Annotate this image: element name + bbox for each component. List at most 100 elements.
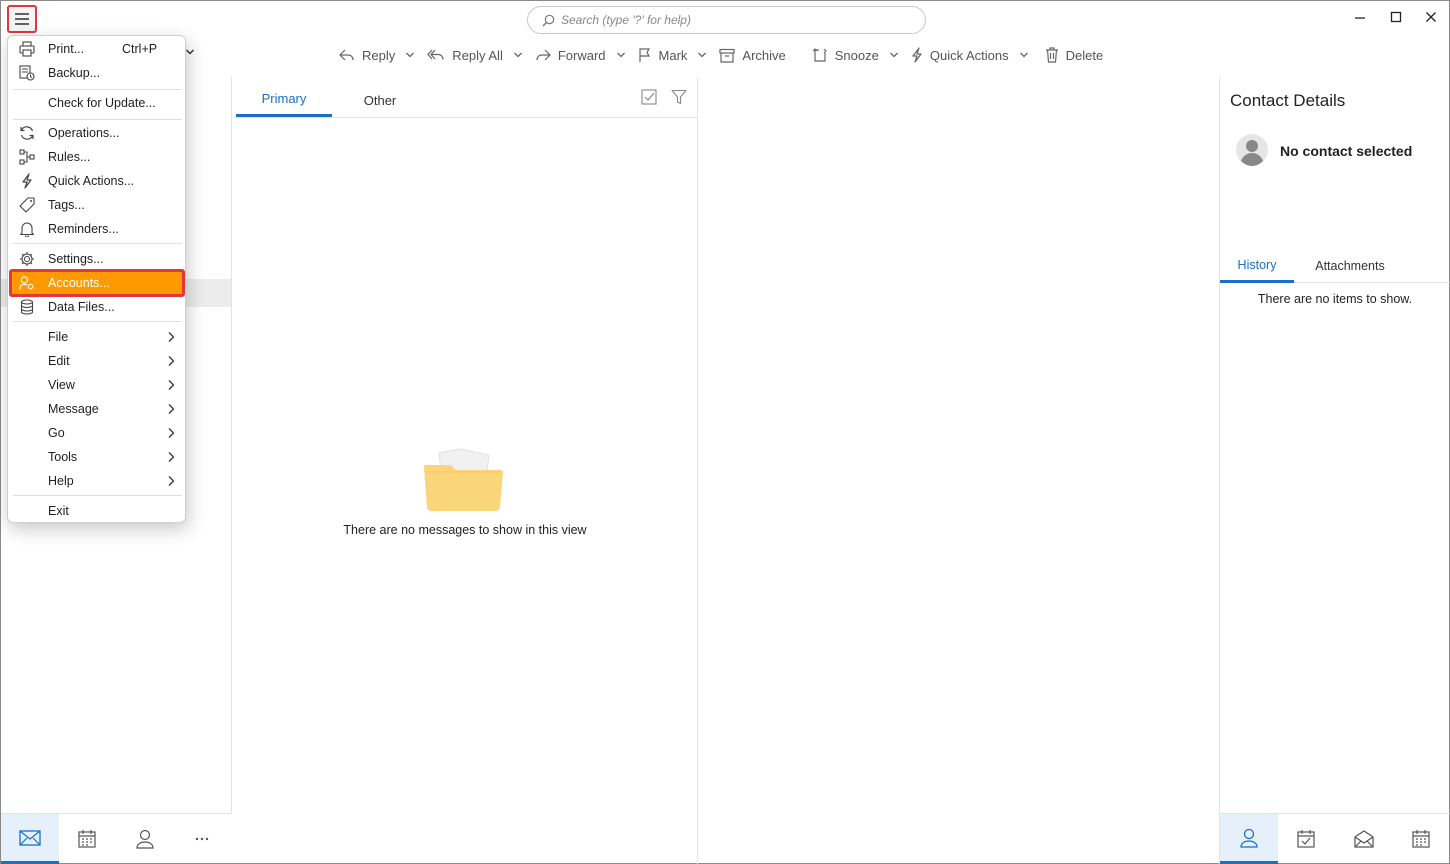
menu-item-tags[interactable]: Tags...: [11, 193, 183, 217]
chevron-right-icon: [168, 332, 175, 342]
sidepane-contact[interactable]: [1220, 814, 1278, 864]
nav-contacts[interactable]: [116, 814, 174, 864]
person-icon: [136, 829, 154, 849]
menu-item-exit[interactable]: Exit: [11, 499, 183, 523]
filter-icon[interactable]: [671, 89, 687, 105]
menu-item-check-update[interactable]: Check for Update...: [11, 91, 183, 115]
menu-item-go[interactable]: Go: [11, 421, 183, 445]
tab-attachments[interactable]: Attachments: [1294, 249, 1406, 283]
gear-icon: [20, 252, 34, 266]
snooze-label: Snooze: [834, 47, 879, 63]
app-window: Reply Reply All Forward Mark Archive Sno…: [0, 0, 1450, 864]
menu-item-backup[interactable]: Backup...: [11, 61, 183, 85]
nav-calendar[interactable]: [59, 814, 117, 864]
tab-other[interactable]: Other: [332, 83, 428, 117]
account-selector-caret[interactable]: [185, 47, 195, 57]
menu-label: Help: [48, 474, 74, 488]
chevron-right-icon: [168, 452, 175, 462]
account-settings-icon: [19, 276, 34, 290]
forward-icon: [536, 49, 551, 61]
close-button[interactable]: [1413, 5, 1449, 29]
menu-item-edit[interactable]: Edit: [11, 349, 183, 373]
snooze-button[interactable]: Snooze: [804, 41, 887, 69]
search-input[interactable]: [561, 13, 901, 27]
menu-item-settings[interactable]: Settings...: [11, 247, 183, 271]
task-calendar-icon: [1297, 830, 1315, 848]
mark-button[interactable]: Mark: [630, 41, 696, 69]
menu-label: File: [48, 330, 69, 344]
mark-dropdown[interactable]: [695, 41, 711, 69]
menu-label: Print...: [48, 42, 85, 56]
menu-item-rules[interactable]: Rules...: [11, 145, 183, 169]
quick-actions-button[interactable]: Quick Actions: [903, 41, 1017, 69]
menu-shortcut: Ctrl+P: [122, 42, 158, 56]
archive-button[interactable]: Archive: [711, 41, 793, 69]
menu-label: Backup...: [48, 66, 101, 80]
title-bar: [1, 1, 1449, 37]
chevron-down-icon: [698, 52, 707, 58]
delete-button[interactable]: Delete: [1037, 41, 1112, 69]
reply-dropdown[interactable]: [403, 41, 419, 69]
menu-item-reminders[interactable]: Reminders...: [11, 217, 183, 241]
reply-all-dropdown[interactable]: [511, 41, 527, 69]
menu-item-quick-actions[interactable]: Quick Actions...: [11, 169, 183, 193]
chevron-down-icon: [889, 52, 898, 58]
minimize-button[interactable]: [1342, 5, 1378, 29]
chevron-right-icon: [168, 380, 175, 390]
search-box[interactable]: [527, 6, 926, 34]
module-nav-bar: [1, 813, 232, 864]
nav-mail[interactable]: [1, 814, 59, 864]
chevron-down-icon: [406, 52, 415, 58]
tab-primary[interactable]: Primary: [236, 83, 332, 117]
reply-button[interactable]: Reply: [331, 41, 403, 69]
menu-item-message[interactable]: Message: [11, 397, 183, 421]
reply-all-button[interactable]: Reply All: [419, 41, 511, 69]
menu-item-print[interactable]: Print... Ctrl+P: [11, 37, 183, 61]
sidepane-calendar[interactable]: [1393, 814, 1450, 864]
maximize-icon: [1390, 11, 1402, 23]
chevron-right-icon: [168, 428, 175, 438]
quick-actions-dropdown[interactable]: [1017, 41, 1033, 69]
menu-label: Edit: [48, 354, 70, 368]
trash-icon: [1045, 47, 1058, 63]
main-menu-button[interactable]: [7, 5, 37, 33]
menu-item-tools[interactable]: Tools: [11, 445, 183, 469]
menu-item-accounts[interactable]: Accounts...: [9, 269, 185, 297]
nav-more[interactable]: [174, 814, 232, 864]
chevron-right-icon: [168, 404, 175, 414]
hamburger-icon: [15, 13, 29, 25]
chevron-down-icon: [186, 49, 194, 55]
chevron-down-icon: [1019, 52, 1028, 58]
sidepane-mail[interactable]: [1335, 814, 1393, 864]
select-checkbox-icon[interactable]: [641, 89, 657, 105]
minimize-icon: [1355, 17, 1365, 19]
menu-label: Message: [48, 402, 99, 416]
contact-tabs: History Attachments: [1220, 249, 1450, 283]
forward-button[interactable]: Forward: [527, 41, 614, 69]
reply-icon: [339, 49, 354, 61]
rules-icon: [19, 149, 35, 165]
contact-empty-message: There are no items to show.: [1257, 292, 1413, 306]
menu-item-data-files[interactable]: Data Files...: [11, 295, 183, 319]
empty-state: There are no messages to show in this vi…: [233, 445, 697, 537]
menu-item-help[interactable]: Help: [11, 469, 183, 493]
menu-label: Check for Update...: [48, 96, 156, 110]
main-menu-dropdown: Print... Ctrl+P Backup... Check for Upda…: [7, 35, 186, 523]
sync-icon: [20, 126, 34, 140]
chevron-down-icon: [513, 52, 522, 58]
menu-item-file[interactable]: File: [11, 325, 183, 349]
maximize-button[interactable]: [1378, 5, 1414, 29]
message-list-tabs: Primary Other: [236, 83, 428, 117]
menu-separator: [13, 89, 182, 90]
calendar-icon: [1412, 830, 1430, 848]
forward-dropdown[interactable]: [614, 41, 630, 69]
archive-label: Archive: [742, 47, 786, 63]
reply-all-label: Reply All: [452, 47, 503, 63]
menu-label: Go: [48, 426, 65, 440]
snooze-dropdown[interactable]: [887, 41, 903, 69]
menu-item-operations[interactable]: Operations...: [11, 121, 183, 145]
tab-history[interactable]: History: [1220, 249, 1294, 283]
menu-item-view[interactable]: View: [11, 373, 183, 397]
sidepane-tasks[interactable]: [1278, 814, 1336, 864]
person-icon: [1240, 828, 1258, 848]
